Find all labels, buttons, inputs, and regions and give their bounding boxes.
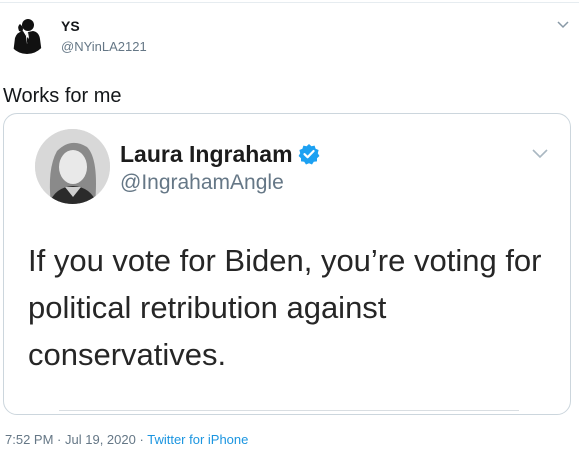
chevron-down-icon[interactable] <box>531 148 549 160</box>
embedded-tweet-line: conservatives. <box>28 337 227 372</box>
tweet-text: Works for me <box>3 85 122 107</box>
author-handle[interactable]: @NYinLA2121 <box>61 39 147 55</box>
tweet-source-link[interactable]: Twitter for iPhone <box>147 432 248 447</box>
avatar[interactable] <box>35 129 110 204</box>
embedded-author-name[interactable]: Laura Ingraham <box>120 140 320 168</box>
embedded-tweet-text: If you vote for Biden, you’re voting for… <box>28 237 558 378</box>
author-name[interactable]: YS <box>61 18 80 34</box>
embedded-author-name-text: Laura Ingraham <box>120 141 293 167</box>
tweet-date[interactable]: Jul 19, 2020 <box>65 432 136 447</box>
top-divider <box>0 2 579 3</box>
embedded-tweet-line: political retribution against <box>28 290 387 325</box>
embedded-author-handle[interactable]: @IngrahamAngle <box>120 170 284 196</box>
tweet-page: YS @NYinLA2121 Works for me Laura Ingrah… <box>0 0 579 461</box>
silhouette-phone-avatar-icon <box>13 19 42 54</box>
portrait-avatar-icon <box>35 129 110 204</box>
verified-badge-icon <box>298 144 319 165</box>
embedded-tweet-card[interactable]: Laura Ingraham @IngrahamAngle If you vot… <box>3 113 571 415</box>
chevron-down-icon[interactable] <box>556 20 570 30</box>
meta-separator: · <box>57 432 62 447</box>
card-divider <box>59 410 519 411</box>
tweet-meta: 7:52 PM · Jul 19, 2020 · Twitter for iPh… <box>5 432 248 448</box>
meta-separator: · <box>139 432 144 447</box>
avatar[interactable] <box>7 14 47 54</box>
tweet-time[interactable]: 7:52 PM <box>5 432 53 447</box>
embedded-tweet-line: If you vote for Biden, you’re voting for <box>28 243 542 278</box>
